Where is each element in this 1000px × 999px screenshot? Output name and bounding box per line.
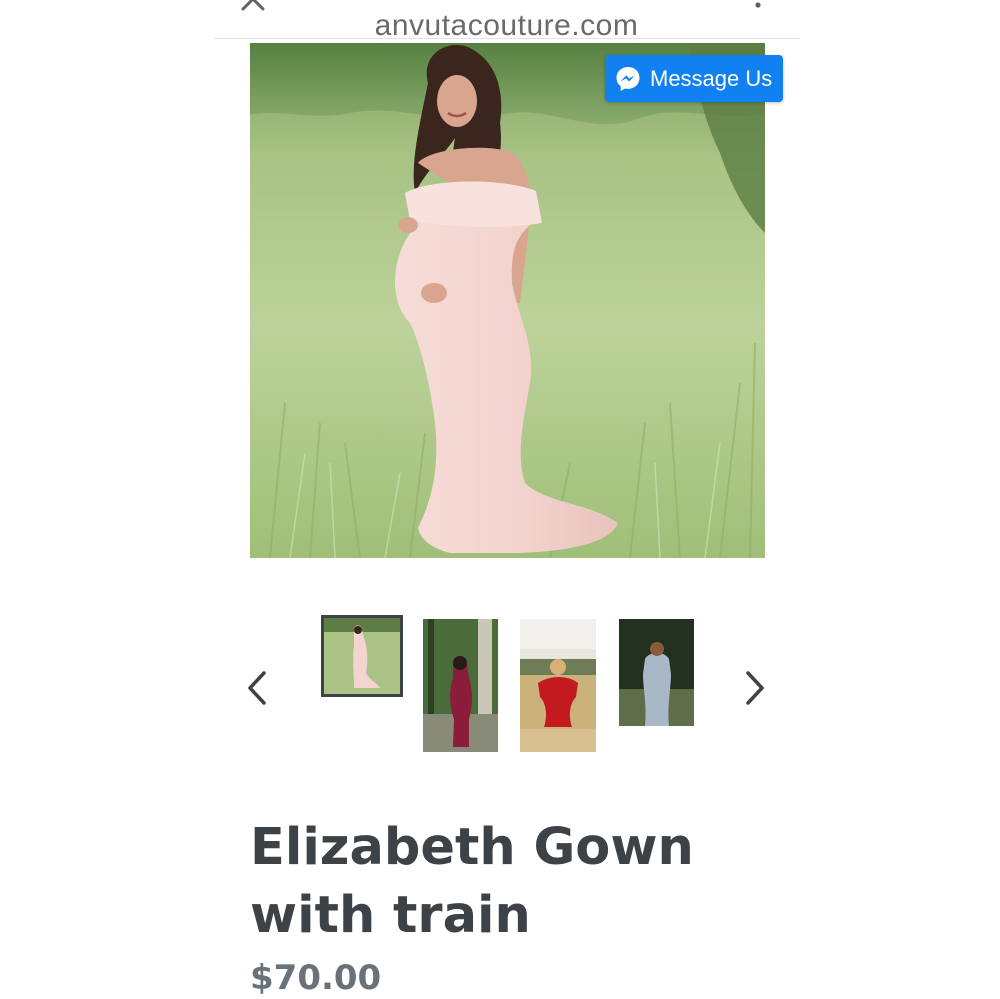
chevron-left-icon[interactable] xyxy=(246,670,268,706)
browser-top-bar: anvutacouture.com xyxy=(213,0,800,39)
thumbnail-1-selected[interactable] xyxy=(321,615,403,697)
chevron-right-icon[interactable] xyxy=(744,670,766,706)
kebab-menu-icon[interactable] xyxy=(750,0,766,12)
thumbnail-2[interactable] xyxy=(423,619,498,752)
thumbnail-3[interactable] xyxy=(520,619,596,752)
message-us-label: Message Us xyxy=(650,65,773,91)
messenger-icon xyxy=(616,66,640,91)
thumbnail-4[interactable] xyxy=(619,619,694,726)
product-page: anvutacouture.com Message Us Elizabeth G… xyxy=(0,0,1000,999)
product-title: Elizabeth Gown with train xyxy=(250,818,694,945)
product-price: $70.00 xyxy=(250,958,382,998)
message-us-button[interactable]: Message Us xyxy=(605,55,783,102)
main-product-image[interactable] xyxy=(250,43,765,558)
url-bar[interactable]: anvutacouture.com xyxy=(213,6,800,37)
